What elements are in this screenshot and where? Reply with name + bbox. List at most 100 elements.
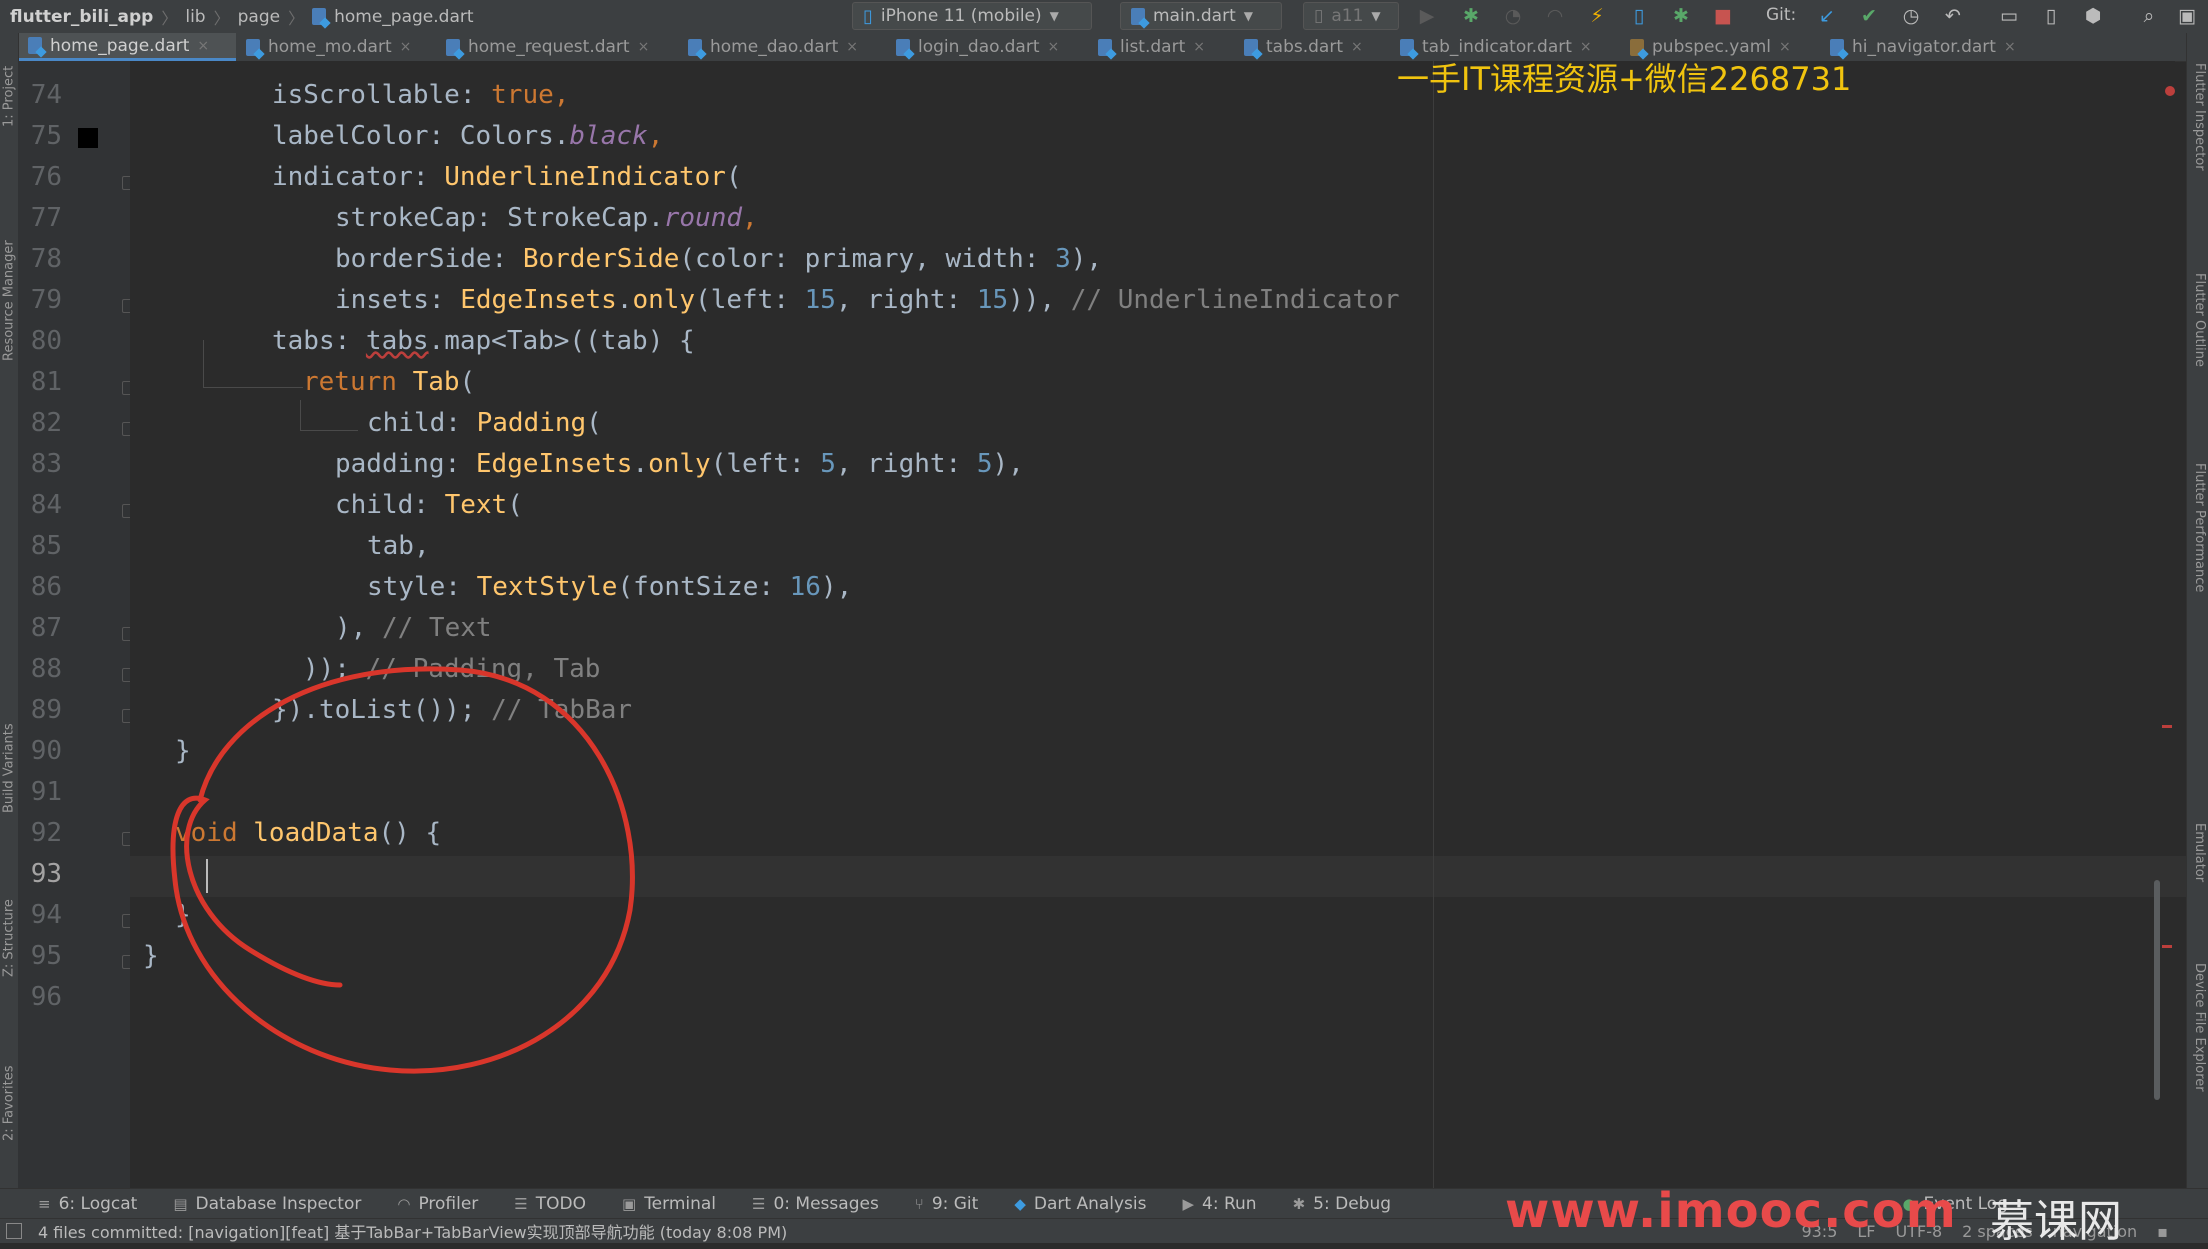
close-icon[interactable]: × bbox=[638, 39, 650, 55]
run-icon[interactable]: ▶ bbox=[1414, 4, 1440, 28]
line-number: 77 bbox=[30, 203, 62, 233]
tool-logcat[interactable]: ≡ 6: Logcat bbox=[0, 1194, 155, 1214]
code-token: , right: bbox=[835, 449, 977, 479]
tool-flutter-performance[interactable]: Flutter Performance bbox=[2189, 463, 2207, 693]
flavor-label: a11 bbox=[1331, 6, 1364, 26]
code-token: only bbox=[632, 285, 696, 315]
tab-home-page[interactable]: home_page.dart × bbox=[18, 33, 236, 61]
editor-scrollbar[interactable] bbox=[2154, 880, 2160, 1100]
code-token: (left: bbox=[710, 449, 821, 479]
tab-home-mo[interactable]: home_mo.dart × bbox=[236, 33, 436, 61]
run-config-selector[interactable]: main.dart ▼ bbox=[1120, 2, 1282, 30]
apply-changes-icon[interactable]: ▯ bbox=[1626, 4, 1652, 28]
close-icon[interactable]: × bbox=[1048, 39, 1060, 55]
code-line-81: return Tab( bbox=[303, 367, 475, 397]
window-icon[interactable]: ▭ bbox=[1996, 4, 2022, 28]
code-token: strokeCap: StrokeCap. bbox=[335, 203, 664, 233]
code-comment: // UnderlineIndicator bbox=[1070, 285, 1400, 315]
git-commit-icon[interactable]: ✔ bbox=[1856, 4, 1882, 28]
attach-debugger-icon[interactable]: ✱ bbox=[1668, 4, 1694, 28]
stop-icon[interactable]: ■ bbox=[1710, 4, 1736, 28]
close-icon[interactable]: × bbox=[1580, 39, 1592, 55]
tab-tabs[interactable]: tabs.dart × bbox=[1234, 33, 1390, 61]
dart-file-icon bbox=[1244, 38, 1258, 56]
tab-label: hi_navigator.dart bbox=[1852, 37, 1996, 57]
tool-label: 0: Messages bbox=[773, 1194, 879, 1214]
tool-git[interactable]: ⑂ 9: Git bbox=[897, 1194, 997, 1214]
line-number: 76 bbox=[30, 162, 62, 192]
tool-terminal[interactable]: ▣ Terminal bbox=[604, 1194, 734, 1214]
user-icon[interactable]: ▣ bbox=[2174, 4, 2200, 28]
tool-label: 9: Git bbox=[931, 1194, 979, 1214]
sdk-manager-icon[interactable]: ⬢ bbox=[2080, 4, 2106, 28]
code-token: .map<Tab>((tab) { bbox=[428, 326, 695, 356]
line-number: 78 bbox=[30, 244, 62, 274]
search-icon[interactable]: ⌕ bbox=[2136, 4, 2162, 28]
tool-device-file-explorer[interactable]: Device File Explorer bbox=[2189, 963, 2207, 1183]
tool-flutter-inspector[interactable]: Flutter Inspector bbox=[2189, 63, 2207, 263]
breadcrumb-project[interactable]: flutter_bili_app bbox=[10, 7, 153, 27]
line-number: 84 bbox=[30, 490, 62, 520]
breadcrumb-lib[interactable]: lib bbox=[185, 7, 205, 27]
close-icon[interactable]: × bbox=[1193, 39, 1205, 55]
error-indicator-icon[interactable] bbox=[2165, 86, 2175, 96]
breadcrumb-file[interactable]: home_page.dart bbox=[334, 7, 473, 27]
tool-resource-manager[interactable]: Resource Manager bbox=[0, 191, 18, 411]
history-icon[interactable]: ◷ bbox=[1898, 4, 1924, 28]
close-icon[interactable]: × bbox=[1351, 39, 1363, 55]
coverage-icon[interactable]: ◔ bbox=[1500, 4, 1526, 28]
hot-reload-icon[interactable]: ⚡ bbox=[1584, 4, 1610, 28]
profile-icon[interactable]: ◠ bbox=[1542, 4, 1568, 28]
rollback-icon[interactable]: ↶ bbox=[1940, 4, 1966, 28]
line-number: 82 bbox=[30, 408, 62, 438]
tab-list[interactable]: list.dart × bbox=[1088, 33, 1234, 61]
tool-messages[interactable]: ☰ 0: Messages bbox=[734, 1194, 897, 1214]
tool-todo[interactable]: ☰ TODO bbox=[496, 1194, 604, 1214]
close-icon[interactable]: × bbox=[1779, 39, 1791, 55]
git-update-icon[interactable]: ↙ bbox=[1814, 4, 1840, 28]
tool-run[interactable]: ▶ 4: Run bbox=[1164, 1194, 1274, 1214]
branch-icon: ⑂ bbox=[914, 1195, 924, 1213]
close-icon[interactable]: × bbox=[400, 39, 412, 55]
tool-profiler[interactable]: ◠ Profiler bbox=[379, 1194, 496, 1214]
close-icon[interactable]: × bbox=[2004, 39, 2016, 55]
device-manager-icon[interactable]: ▯ bbox=[2038, 4, 2064, 28]
close-icon[interactable]: × bbox=[197, 38, 209, 54]
tool-flutter-outline[interactable]: Flutter Outline bbox=[2189, 273, 2207, 453]
device-selector[interactable]: ▯ iPhone 11 (mobile) ▼ bbox=[852, 2, 1092, 30]
main-toolbar: flutter_bili_app 〉 lib 〉 page 〉 home_pag… bbox=[0, 0, 2208, 34]
tool-label: 5: Debug bbox=[1313, 1194, 1392, 1214]
debug-icon[interactable]: ✱ bbox=[1458, 4, 1484, 28]
tab-home-request[interactable]: home_request.dart × bbox=[436, 33, 678, 61]
tool-window-toggle-icon[interactable] bbox=[6, 1223, 22, 1239]
code-token: UnderlineIndicator bbox=[444, 162, 726, 192]
tab-login-dao[interactable]: login_dao.dart × bbox=[886, 33, 1088, 61]
code-token: child: bbox=[335, 490, 445, 520]
tool-project[interactable]: 1: Project bbox=[0, 41, 18, 151]
tool-emulator[interactable]: Emulator bbox=[2189, 823, 2207, 953]
code-token: child: bbox=[367, 408, 477, 438]
tab-label: home_mo.dart bbox=[268, 37, 392, 57]
code-line-80: tabs: tabs.map<Tab>((tab) { bbox=[272, 326, 695, 356]
breadcrumb-page[interactable]: page bbox=[238, 7, 280, 27]
line-number: 95 bbox=[30, 941, 62, 971]
close-icon[interactable]: × bbox=[846, 39, 858, 55]
tab-label: tabs.dart bbox=[1266, 37, 1343, 57]
tool-structure[interactable]: Z: Structure bbox=[0, 873, 18, 1003]
tool-dart-analysis[interactable]: ◆ Dart Analysis bbox=[996, 1194, 1164, 1214]
line-number: 91 bbox=[30, 777, 62, 807]
tool-build-variants[interactable]: Build Variants bbox=[0, 683, 18, 853]
flavor-selector[interactable]: ▯ a11 ▼ bbox=[1303, 2, 1399, 30]
tab-hi-navigator[interactable]: hi_navigator.dart × bbox=[1820, 33, 2050, 61]
tool-database-inspector[interactable]: ▤ Database Inspector bbox=[155, 1194, 379, 1214]
tool-favorites[interactable]: 2: Favorites bbox=[0, 1033, 18, 1173]
line-number: 89 bbox=[30, 695, 62, 725]
tab-home-dao[interactable]: home_dao.dart × bbox=[678, 33, 886, 61]
code-token: ), bbox=[1070, 244, 1103, 274]
tool-debug[interactable]: ✱ 5: Debug bbox=[1275, 1194, 1409, 1214]
dart-file-icon bbox=[446, 38, 460, 56]
lock-icon[interactable]: ▪ bbox=[2147, 1222, 2208, 1241]
line-number: 80 bbox=[30, 326, 62, 356]
code-token: EdgeInsets bbox=[475, 449, 633, 479]
line-number: 83 bbox=[30, 449, 62, 479]
